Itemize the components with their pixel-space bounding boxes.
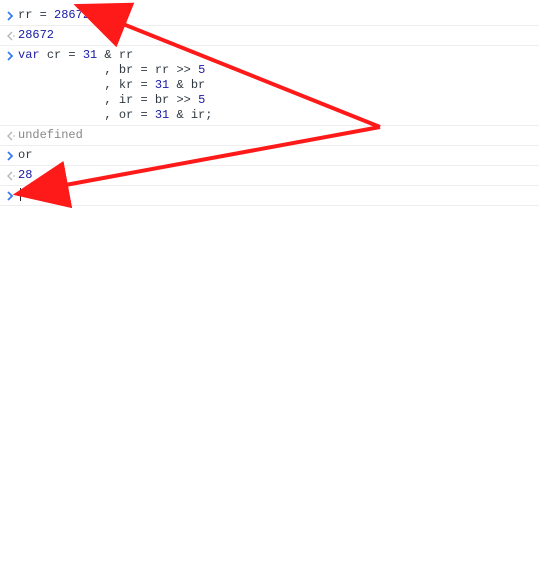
code-token: & bbox=[97, 48, 119, 62]
output-prompt-icon bbox=[4, 168, 18, 183]
code-token: ir bbox=[119, 93, 141, 107]
code-token: 31 bbox=[155, 108, 169, 122]
output-prompt-icon bbox=[4, 128, 18, 143]
code-token: 5 bbox=[198, 63, 205, 77]
code-token: ir bbox=[191, 108, 205, 122]
console-line-content: var cr = 31 & rr , br = rr >> 5 , kr = 3… bbox=[18, 48, 533, 123]
code-token: & bbox=[169, 108, 191, 122]
code-token: 5 bbox=[198, 93, 205, 107]
console-output-row: 28 bbox=[0, 166, 539, 186]
code-token: kr bbox=[119, 78, 141, 92]
code-token: rr bbox=[18, 8, 40, 22]
code-token: , bbox=[18, 78, 119, 92]
input-prompt-icon bbox=[4, 148, 18, 163]
code-token: >> bbox=[176, 63, 198, 77]
code-token: 31 bbox=[155, 78, 169, 92]
code-token: or bbox=[119, 108, 141, 122]
code-token: , bbox=[18, 108, 119, 122]
console-line-content: 28672 bbox=[18, 28, 533, 43]
code-token: var bbox=[18, 48, 47, 62]
console-line-content: or bbox=[18, 148, 533, 163]
code-token: = bbox=[68, 48, 82, 62]
console-input-row[interactable] bbox=[0, 186, 539, 206]
console-line-content: 28 bbox=[18, 168, 533, 183]
console-panel[interactable]: rr = 2867228672var cr = 31 & rr , br = r… bbox=[0, 0, 539, 206]
code-token: = bbox=[40, 8, 54, 22]
console-input-row: rr = 28672 bbox=[0, 6, 539, 26]
console-line-content bbox=[18, 188, 533, 203]
console-input-row: or bbox=[0, 146, 539, 166]
code-token: & bbox=[169, 78, 191, 92]
code-token: 31 bbox=[83, 48, 97, 62]
input-prompt-icon bbox=[4, 48, 18, 63]
code-token: cr bbox=[47, 48, 69, 62]
code-token: rr bbox=[155, 63, 177, 77]
code-token: = bbox=[140, 108, 154, 122]
code-token: , bbox=[18, 63, 119, 77]
code-token: 28 bbox=[18, 168, 32, 182]
code-token: 28672 bbox=[18, 28, 54, 42]
input-prompt-icon bbox=[4, 8, 18, 23]
output-prompt-icon bbox=[4, 28, 18, 43]
text-cursor bbox=[20, 188, 21, 201]
code-token: = bbox=[140, 63, 154, 77]
code-token: or bbox=[18, 148, 32, 162]
code-token: br bbox=[155, 93, 177, 107]
console-line-content: rr = 28672 bbox=[18, 8, 533, 23]
console-output-row: undefined bbox=[0, 126, 539, 146]
console-line-content: undefined bbox=[18, 128, 533, 143]
input-prompt-icon bbox=[4, 188, 18, 203]
console-output-row: 28672 bbox=[0, 26, 539, 46]
code-token: br bbox=[119, 63, 141, 77]
code-token: undefined bbox=[18, 128, 83, 142]
code-token: ; bbox=[205, 108, 212, 122]
code-token: br bbox=[191, 78, 205, 92]
code-token: rr bbox=[119, 48, 133, 62]
code-token: 28672 bbox=[54, 8, 90, 22]
code-token: , bbox=[18, 93, 119, 107]
code-token: = bbox=[140, 93, 154, 107]
console-input-row: var cr = 31 & rr , br = rr >> 5 , kr = 3… bbox=[0, 46, 539, 126]
code-token: = bbox=[140, 78, 154, 92]
code-token: >> bbox=[176, 93, 198, 107]
